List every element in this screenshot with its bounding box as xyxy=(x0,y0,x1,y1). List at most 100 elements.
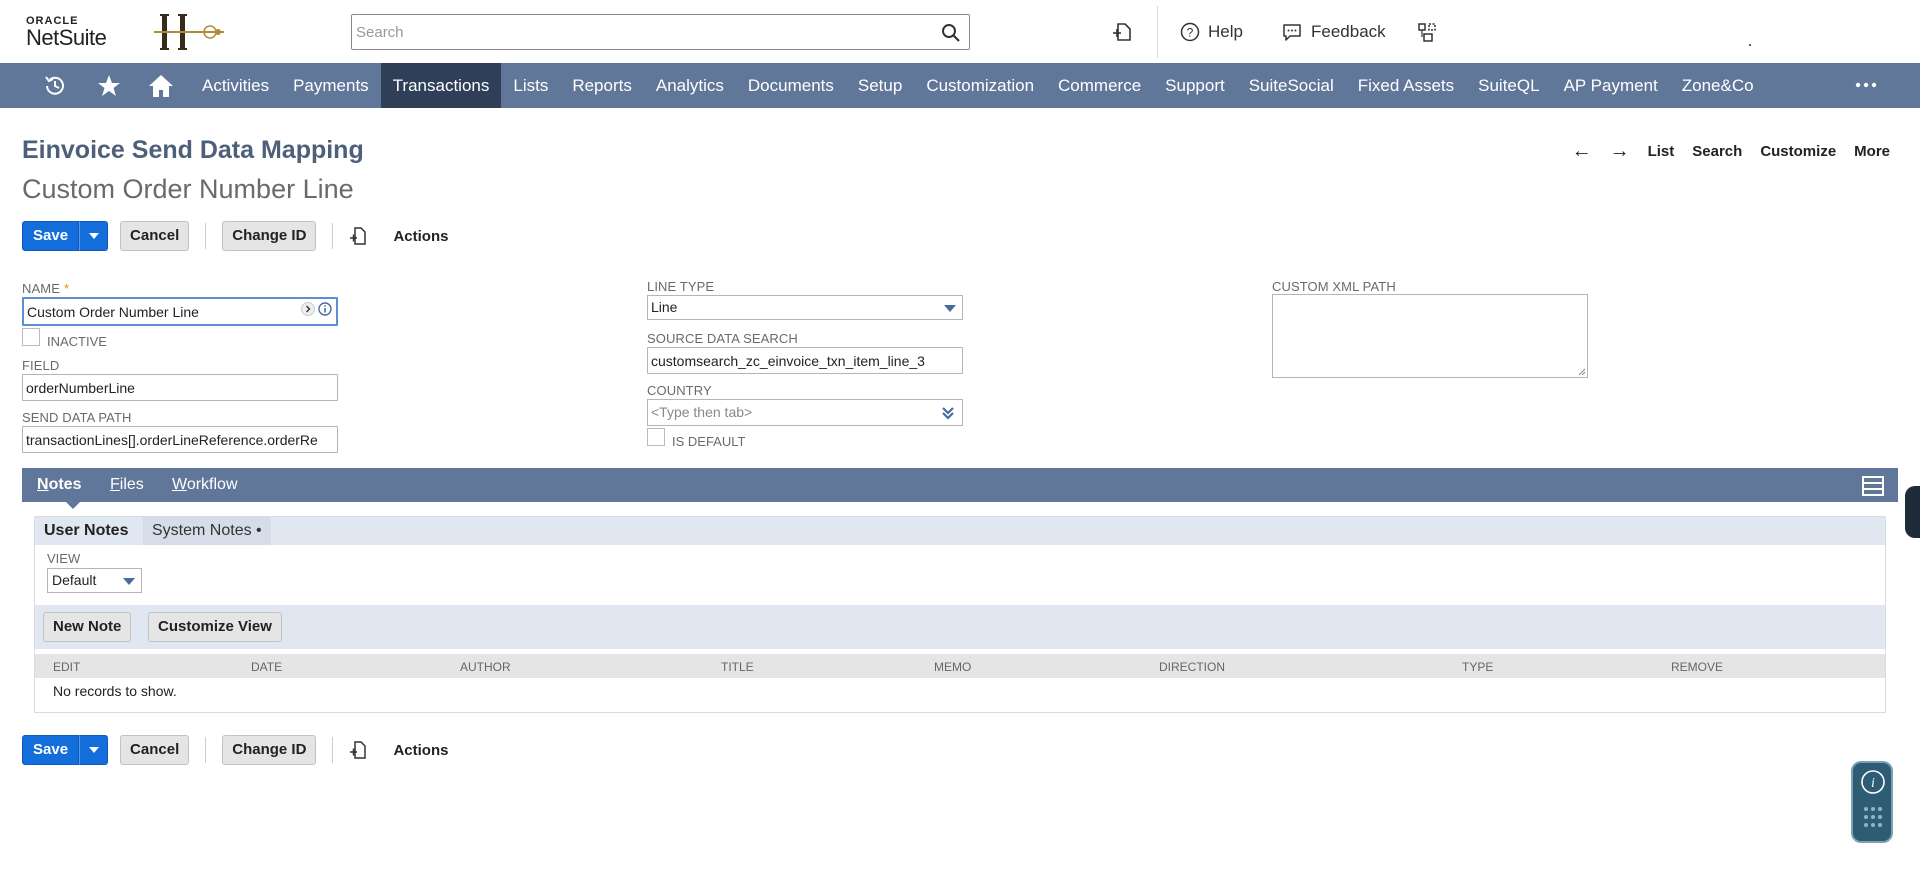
recent-records-icon[interactable] xyxy=(1112,21,1134,43)
search-icon[interactable] xyxy=(941,23,961,43)
customize-link[interactable]: Customize xyxy=(1760,143,1836,160)
search-link[interactable]: Search xyxy=(1692,143,1742,160)
nav-item-transactions[interactable]: Transactions xyxy=(380,63,502,108)
nav-item-support[interactable]: Support xyxy=(1153,63,1237,108)
button-divider xyxy=(205,223,207,249)
tab-files[interactable]: Files xyxy=(110,468,144,502)
change-id-button[interactable]: Change ID xyxy=(222,221,317,251)
country-select[interactable]: <Type then tab> xyxy=(647,399,963,426)
tab-files-accesskey: F xyxy=(110,476,120,493)
list-link[interactable]: List xyxy=(1648,143,1675,160)
nav-item-documents[interactable]: Documents xyxy=(736,63,846,108)
notes-button-strip: New Note Customize View xyxy=(35,605,1885,649)
feedback-button[interactable]: Feedback xyxy=(1281,20,1386,44)
global-search-input[interactable] xyxy=(352,15,922,49)
resize-grip-icon[interactable] xyxy=(1578,368,1586,376)
is-default-label: IS DEFAULT xyxy=(672,434,746,449)
column-header-title[interactable]: TITLE xyxy=(721,660,754,674)
global-search-box[interactable] xyxy=(351,14,970,50)
cancel-button[interactable]: Cancel xyxy=(120,221,190,251)
send-data-path-field[interactable] xyxy=(22,426,338,453)
nav-item-customization[interactable]: Customization xyxy=(914,63,1046,108)
change-id-button-bottom[interactable]: Change ID xyxy=(222,735,317,765)
nav-item-reports[interactable]: Reports xyxy=(560,63,644,108)
tab-system-notes[interactable]: System Notes • xyxy=(143,517,271,545)
save-button[interactable]: Save xyxy=(22,221,80,251)
more-link[interactable]: More xyxy=(1854,143,1890,160)
tab-notes[interactable]: Notes xyxy=(37,468,81,502)
column-header-date[interactable]: DATE xyxy=(251,660,282,674)
netsuite-logo-text[interactable]: NetSuite xyxy=(26,25,107,51)
nav-item-activities[interactable]: Activities xyxy=(190,63,281,108)
double-chevron-down-icon[interactable] xyxy=(941,406,955,420)
name-label-text: NAME xyxy=(22,281,60,296)
save-options-dropdown-bottom[interactable] xyxy=(79,735,109,765)
actions-menu-bottom[interactable]: Actions xyxy=(349,740,448,760)
nav-item-setup[interactable]: Setup xyxy=(846,63,914,108)
column-header-direction[interactable]: DIRECTION xyxy=(1159,660,1225,674)
nav-item-ap-payment[interactable]: AP Payment xyxy=(1552,63,1670,108)
bottom-action-bar: Save Cancel Change ID Actions xyxy=(22,735,448,765)
new-note-button[interactable]: New Note xyxy=(43,612,132,642)
save-options-dropdown[interactable] xyxy=(79,221,109,251)
is-default-checkbox[interactable] xyxy=(647,428,665,446)
nav-item-suiteql[interactable]: SuiteQL xyxy=(1466,63,1551,108)
nav-item-lists[interactable]: Lists xyxy=(501,63,560,108)
nav-item-commerce[interactable]: Commerce xyxy=(1046,63,1153,108)
source-data-search-input[interactable] xyxy=(648,348,962,373)
field-field[interactable] xyxy=(22,374,338,401)
column-header-memo[interactable]: MEMO xyxy=(934,660,971,674)
view-toggle-icon[interactable] xyxy=(1862,476,1884,496)
field-field-label: FIELD xyxy=(22,358,60,373)
next-record-arrow-icon[interactable]: → xyxy=(1610,140,1630,163)
subtab-bar: Notes Files Workflow xyxy=(22,468,1898,509)
customize-view-button[interactable]: Customize View xyxy=(148,612,282,642)
actions-document-icon xyxy=(350,227,367,245)
side-panel-tab[interactable] xyxy=(1905,486,1920,538)
button-divider xyxy=(332,223,334,249)
custom-xml-path-textarea[interactable] xyxy=(1272,294,1588,378)
column-header-author[interactable]: AUTHOR xyxy=(460,660,511,674)
home-icon[interactable] xyxy=(148,73,174,99)
required-asterisk: * xyxy=(63,281,70,296)
send-data-path-input[interactable] xyxy=(23,427,337,452)
recent-history-icon[interactable] xyxy=(42,73,68,99)
previous-record-arrow-icon[interactable]: ← xyxy=(1572,140,1592,163)
view-select[interactable]: Default xyxy=(47,568,142,593)
cancel-button-bottom[interactable]: Cancel xyxy=(120,735,190,765)
nav-item-suitesocial[interactable]: SuiteSocial xyxy=(1237,63,1346,108)
tab-notes-text: otes xyxy=(48,476,82,493)
column-header-edit[interactable]: EDIT xyxy=(53,660,80,674)
chevron-right-icon[interactable] xyxy=(301,302,315,316)
top-header: ORACLE NetSuite ? Help xyxy=(0,0,1920,63)
nav-item-fixed-assets[interactable]: Fixed Assets xyxy=(1346,63,1466,108)
send-data-path-label: SEND DATA PATH xyxy=(22,410,132,425)
help-button[interactable]: ? Help xyxy=(1180,20,1243,44)
inactive-checkbox[interactable] xyxy=(22,328,40,346)
more-menu-dots-icon[interactable] xyxy=(1852,73,1880,97)
top-action-bar: Save Cancel Change ID Actions xyxy=(22,221,448,251)
name-field[interactable] xyxy=(22,297,338,326)
nav-item-analytics[interactable]: Analytics xyxy=(644,63,736,108)
save-button-bottom[interactable]: Save xyxy=(22,735,80,765)
assistant-widget[interactable]: i xyxy=(1851,761,1893,843)
page-title: Einvoice Send Data Mapping xyxy=(22,136,364,164)
line-type-select[interactable]: Line xyxy=(647,295,963,320)
view-select-value: Default xyxy=(52,572,97,588)
nav-item-payments[interactable]: Payments xyxy=(281,63,381,108)
column-header-remove[interactable]: REMOVE xyxy=(1671,660,1723,674)
company-logo-icon[interactable] xyxy=(152,10,226,54)
favorites-star-icon[interactable] xyxy=(96,73,122,99)
source-data-search-field[interactable] xyxy=(647,347,963,374)
column-header-type[interactable]: TYPE xyxy=(1462,660,1493,674)
field-input[interactable] xyxy=(23,375,337,400)
tab-workflow[interactable]: Workflow xyxy=(172,468,238,502)
svg-text:?: ? xyxy=(1187,26,1194,40)
name-input[interactable] xyxy=(24,299,294,324)
actions-menu[interactable]: Actions xyxy=(349,226,448,246)
role-switch-icon[interactable] xyxy=(1417,21,1439,43)
nav-item-zone-co[interactable]: Zone&Co xyxy=(1670,63,1766,108)
info-icon[interactable] xyxy=(318,302,332,316)
svg-text:i: i xyxy=(1871,776,1875,791)
tab-user-notes[interactable]: User Notes xyxy=(35,517,138,545)
